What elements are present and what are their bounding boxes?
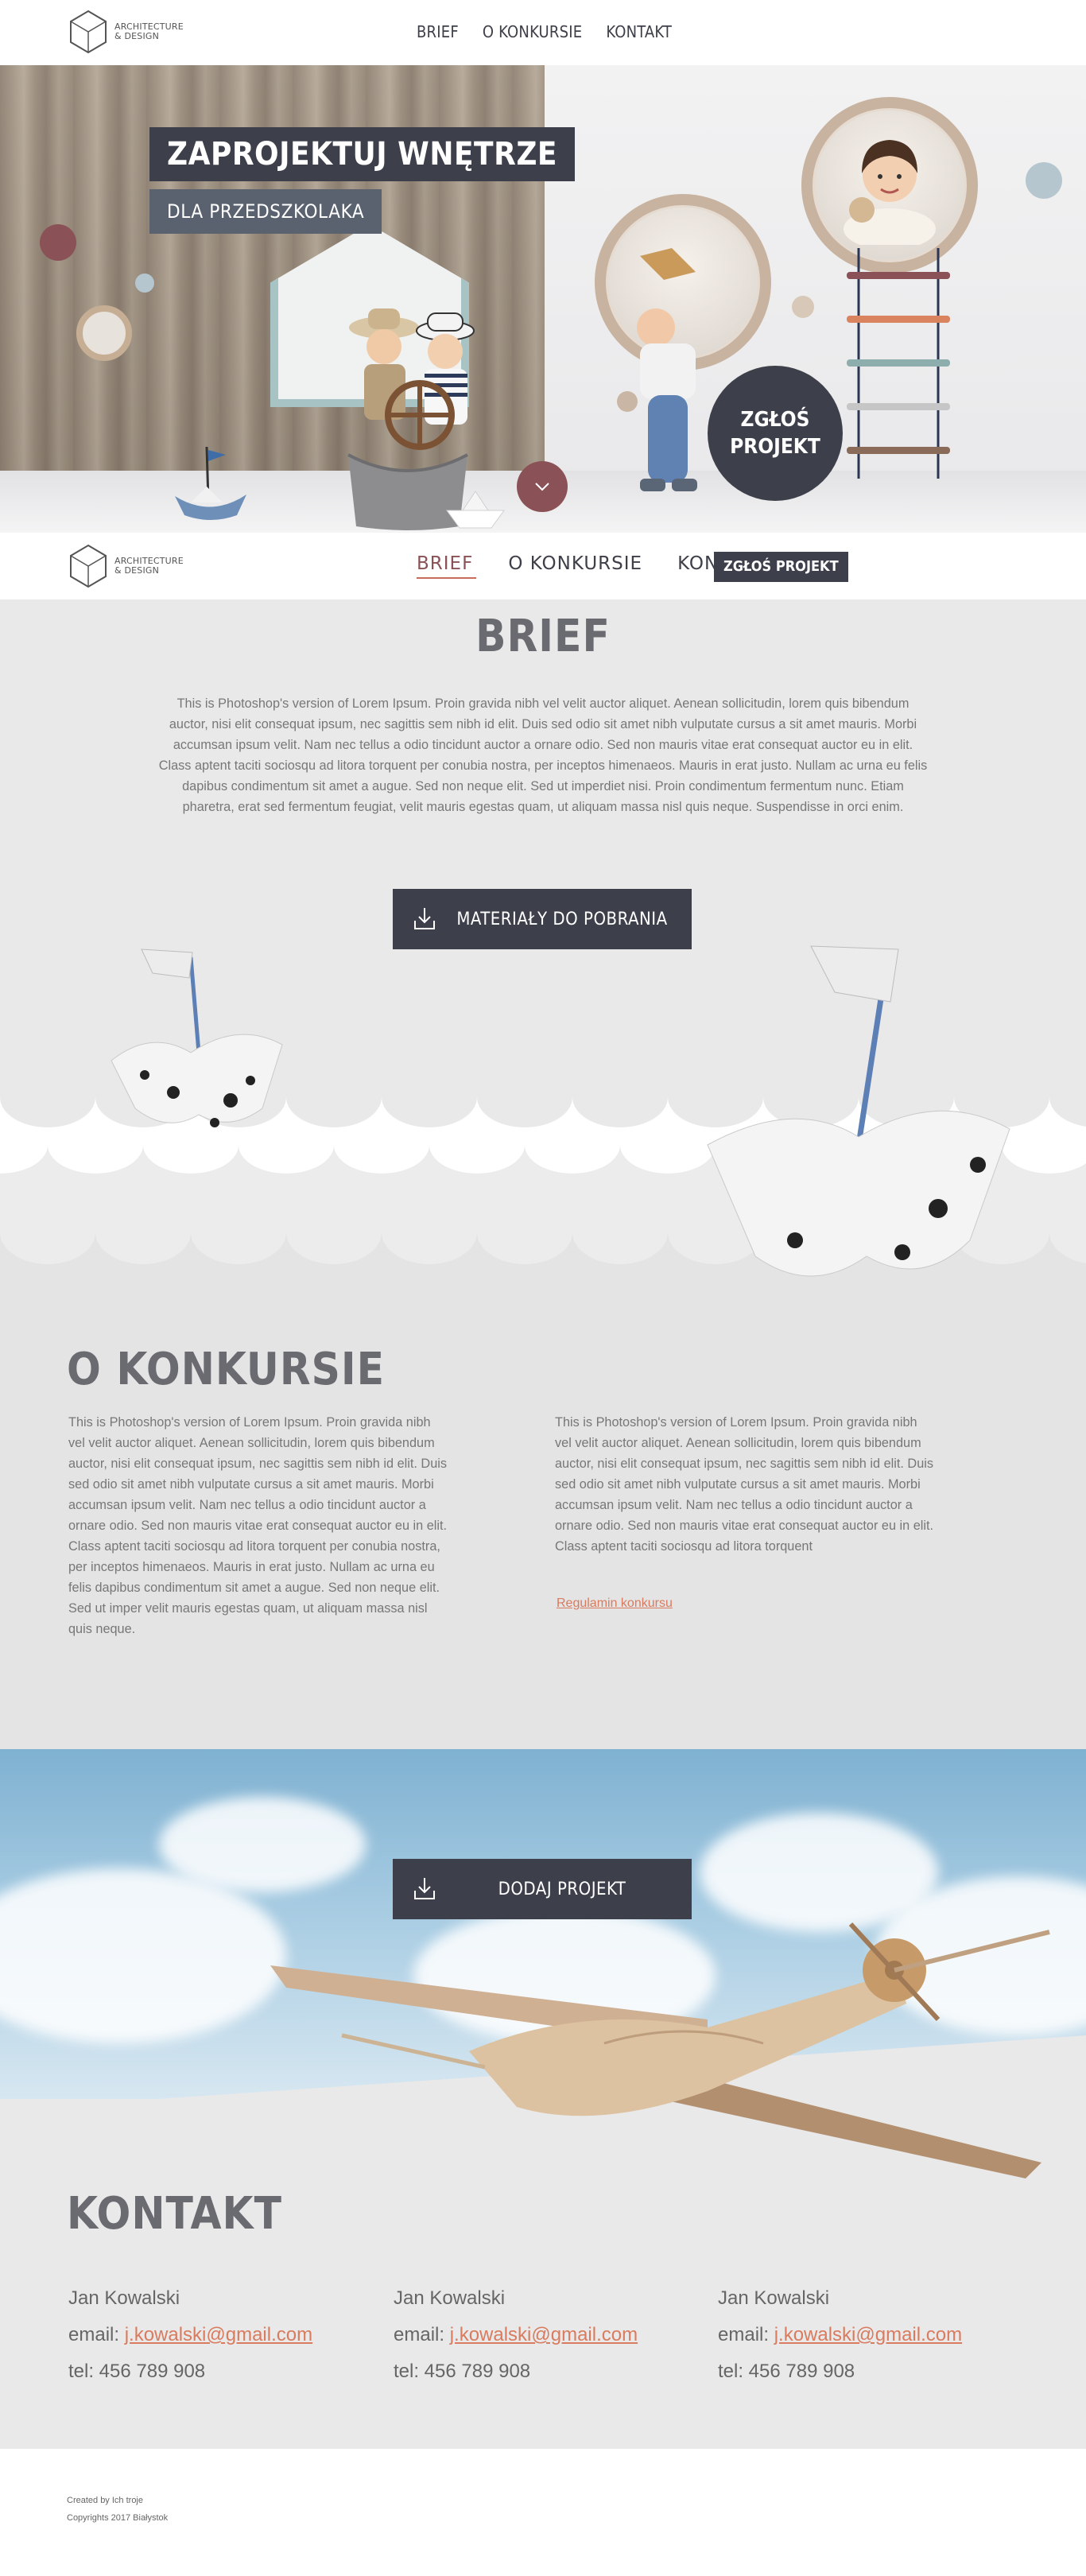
contact-email-row: email: j.kowalski@gmail.com: [394, 2317, 638, 2353]
download-icon: [393, 905, 456, 933]
about-text-left: This is Photoshop's version of Lorem Ips…: [68, 1415, 448, 1636]
contact-email-link[interactable]: j.kowalski@gmail.com: [125, 2324, 312, 2345]
email-prefix: email:: [394, 2324, 450, 2345]
brief-title: BRIEF: [475, 611, 611, 662]
logo[interactable]: ARCHITECTURE & DESIGN: [68, 10, 184, 54]
contact-name: Jan Kowalski: [394, 2287, 506, 2309]
add-project-label: DODAJ PROJEKT: [498, 1879, 626, 1899]
wooden-plane-illustration: [270, 1922, 1050, 2178]
sticky-nav: BRIEF O KONKURSIE KON: [417, 553, 719, 579]
email-prefix: email:: [68, 2324, 125, 2345]
download-materials-button[interactable]: MATERIAŁY DO POBRANIA: [393, 889, 692, 949]
contact-phone: tel: 456 789 908: [394, 2361, 531, 2382]
decor-dot: [135, 274, 154, 293]
footer-text: Created by Ich troje Copyrights 2017 Bia…: [67, 2492, 168, 2527]
sticky-nav-brief[interactable]: BRIEF: [417, 553, 477, 579]
nav-brief[interactable]: BRIEF: [417, 22, 459, 41]
contact-name: Jan Kowalski: [718, 2287, 830, 2309]
nav-o-konkursie[interactable]: O KONKURSIE: [483, 22, 582, 41]
footer-copyright: Copyrights 2017 Białystok: [67, 2513, 169, 2523]
footer-credits: Created by Ich troje: [67, 2496, 143, 2505]
child-portrait-illustration: [844, 140, 936, 245]
download-icon: [393, 1875, 456, 1903]
kontakt-title: KONTAKT: [67, 2188, 282, 2240]
sticky-nav-kontakt[interactable]: KON: [677, 553, 719, 574]
contact-email-link[interactable]: j.kowalski@gmail.com: [450, 2324, 638, 2345]
scroll-down-button[interactable]: [517, 461, 568, 512]
footer: Created by Ich troje Copyrights 2017 Bia…: [0, 2449, 1086, 2576]
contact-card: Jan Kowalski email: j.kowalski@gmail.com…: [68, 2280, 312, 2390]
logo[interactable]: ARCHITECTURE & DESIGN: [68, 544, 184, 588]
sticky-submit-project-button[interactable]: ZGŁOŚ PROJEKT: [714, 552, 848, 582]
logo-text: ARCHITECTURE & DESIGN: [114, 557, 184, 576]
top-nav: BRIEF O KONKURSIE KONTAKT: [417, 22, 672, 41]
submit-project-circle-button[interactable]: ZGŁOŚ PROJEKT: [708, 366, 843, 501]
logo-text: ARCHITECTURE & DESIGN: [114, 22, 184, 41]
brief-text: This is Photoshop's version of Lorem Ips…: [158, 696, 928, 814]
rules-link[interactable]: Regulamin konkursu: [557, 1596, 673, 1611]
contact-phone: tel: 456 789 908: [68, 2361, 206, 2382]
decor-dot: [792, 296, 814, 318]
decor-dot: [40, 224, 76, 261]
cube-logo-icon: [70, 544, 107, 588]
dotted-paper-boat-small: [111, 949, 283, 1127]
top-header: ARCHITECTURE & DESIGN BRIEF O KONKURSIE …: [0, 0, 1086, 65]
contact-email-row: email: j.kowalski@gmail.com: [68, 2317, 312, 2353]
sticky-header: ARCHITECTURE & DESIGN BRIEF O KONKURSIE …: [0, 533, 1086, 599]
decor-ring: [76, 305, 132, 361]
logo-line-2: & DESIGN: [114, 31, 160, 41]
dotted-paper-boat-large: [707, 945, 1010, 1277]
contact-name: Jan Kowalski: [68, 2287, 180, 2309]
contact-email-row: email: j.kowalski@gmail.com: [718, 2317, 962, 2353]
contact-phone: tel: 456 789 908: [718, 2361, 855, 2382]
sticky-nav-o-konkursie[interactable]: O KONKURSIE: [508, 553, 642, 574]
cta-line-1: ZGŁOŚ: [740, 408, 810, 432]
hero-title: ZAPROJEKTUJ WNĘTRZE: [149, 127, 576, 181]
decor-dot: [1026, 162, 1062, 199]
contact-email-link[interactable]: j.kowalski@gmail.com: [774, 2324, 962, 2345]
about-text-right: This is Photoshop's version of Lorem Ips…: [555, 1415, 934, 1554]
download-materials-label: MATERIAŁY DO POBRANIA: [456, 909, 668, 929]
contact-card: Jan Kowalski email: j.kowalski@gmail.com…: [394, 2280, 638, 2390]
contact-card: Jan Kowalski email: j.kowalski@gmail.com…: [718, 2280, 962, 2390]
cta-line-2: PROJEKT: [730, 435, 820, 459]
small-boat-icon: [175, 446, 246, 520]
email-prefix: email:: [718, 2324, 774, 2345]
cube-logo-icon: [70, 10, 107, 54]
hero-subtitle: DLA PRZEDSZKOLAKA: [149, 189, 382, 234]
chevron-down-icon: [535, 483, 549, 491]
nav-kontakt[interactable]: KONTAKT: [606, 22, 672, 41]
rope-ladder-illustration: [847, 248, 950, 479]
paper-boat-icon: [446, 491, 505, 529]
logo-line-2: & DESIGN: [114, 565, 160, 576]
about-title: O KONKURSIE: [67, 1344, 386, 1395]
